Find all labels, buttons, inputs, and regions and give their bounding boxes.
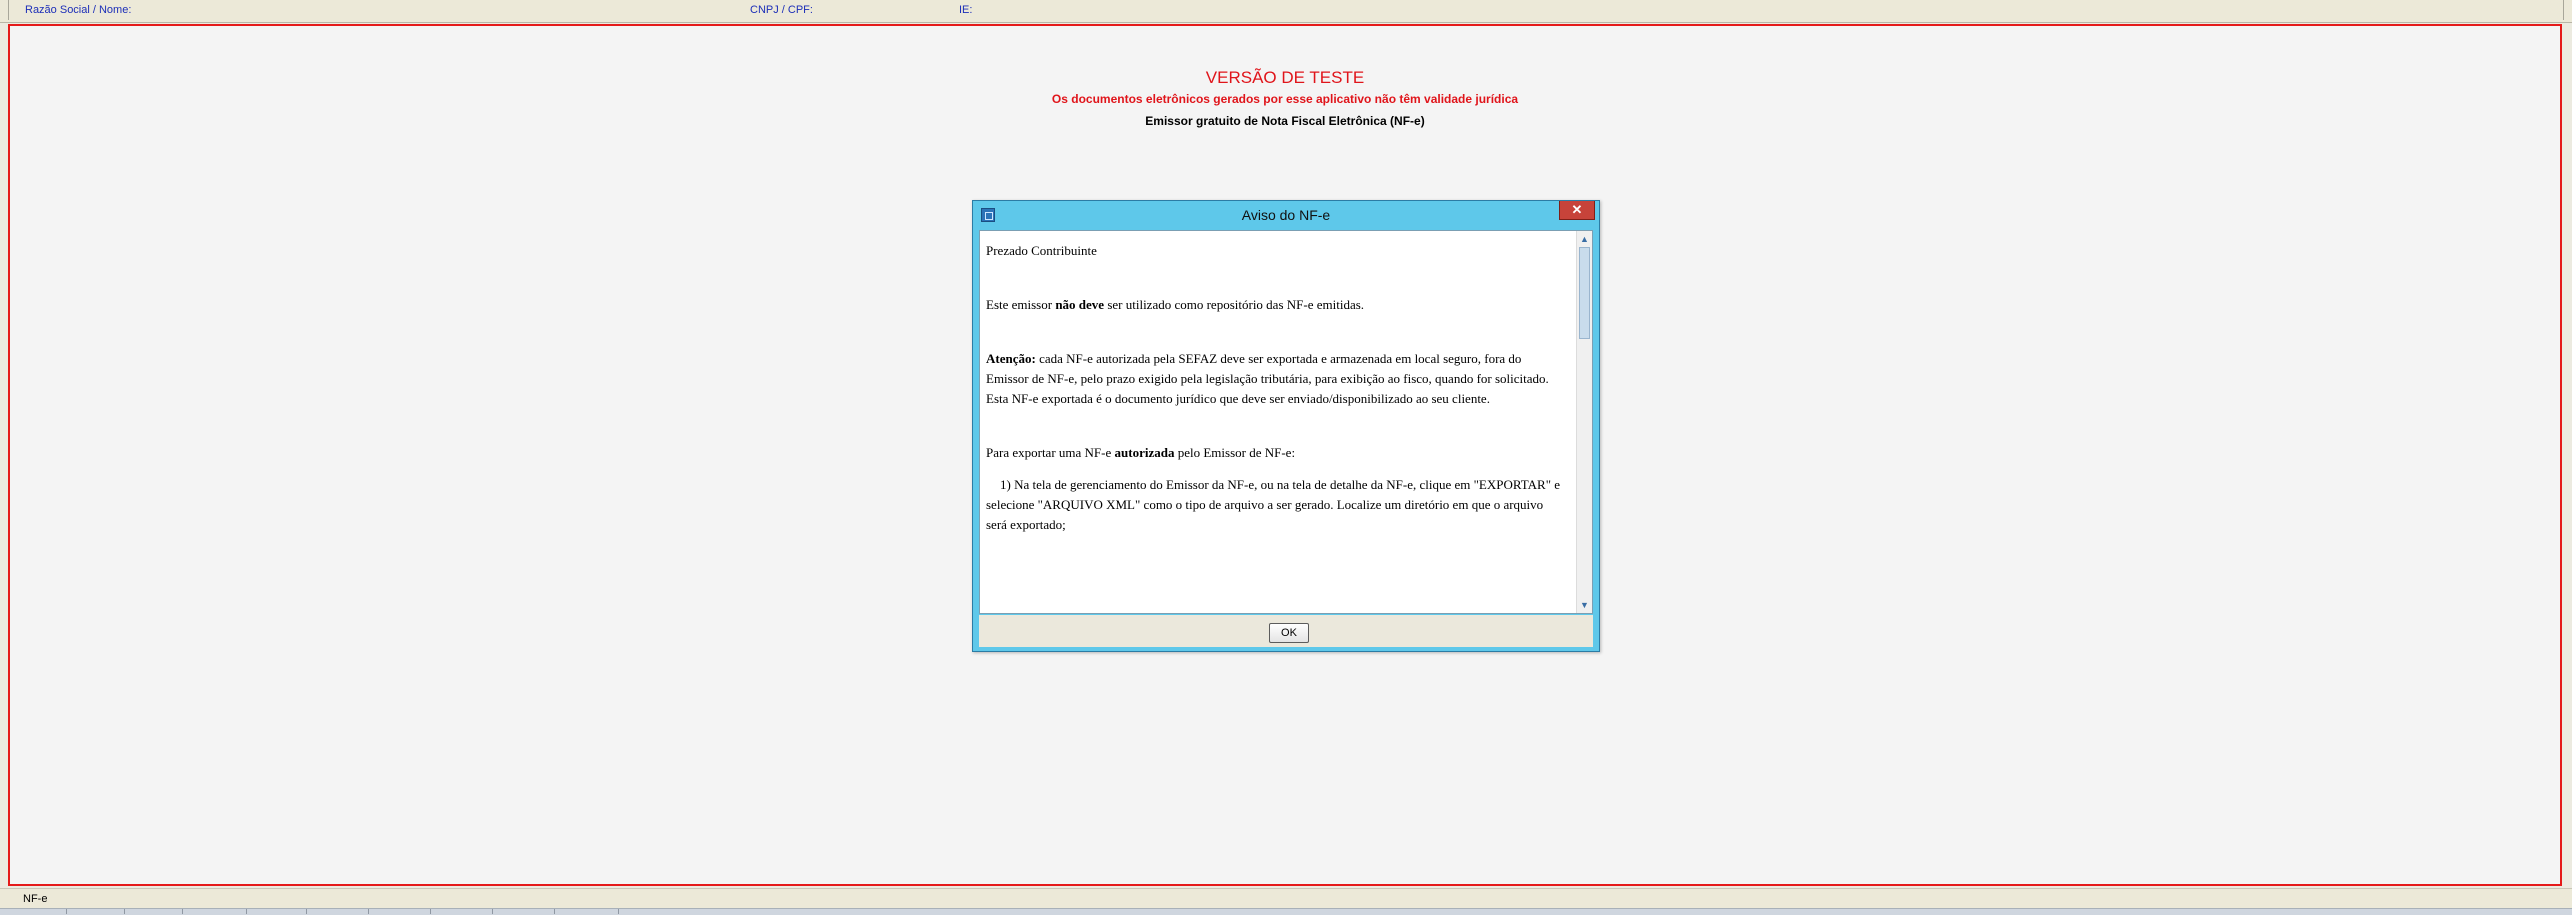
strip-segment [372, 909, 431, 914]
dialog-titlebar[interactable]: Aviso do NF-e ✕ [973, 201, 1599, 227]
strip-segment [248, 909, 307, 914]
dialog-footer: OK [979, 615, 1593, 647]
status-label: NF-e [23, 893, 48, 905]
strip-segment [434, 909, 493, 914]
legal-validity-warning: Os documentos eletrônicos gerados por es… [1051, 92, 1519, 106]
scroll-down-icon[interactable]: ▼ [1578, 598, 1591, 612]
repository-warning: Este emissor não deve ser utilizado como… [986, 295, 1566, 315]
strip-segment [124, 909, 183, 914]
greeting-text: Prezado Contribuinte [986, 243, 1097, 258]
vertical-scrollbar[interactable]: ▲ ▼ [1576, 231, 1592, 613]
scroll-up-icon[interactable]: ▲ [1578, 232, 1591, 246]
attention-label: Atenção: [986, 351, 1036, 366]
attention-text: cada NF-e autorizada pela SEFAZ deve ser… [986, 351, 1549, 406]
export-step-1: 1) Na tela de gerenciamento do Emissor d… [986, 477, 1561, 532]
status-bar: NF-e [0, 888, 2572, 915]
attention-paragraph: Atenção: cada NF-e autorizada pela SEFAZ… [986, 349, 1566, 409]
p3-emphasis: autorizada [1114, 445, 1175, 460]
export-heading: Para exportar uma NF-e autorizada pelo E… [986, 443, 1566, 463]
dialog-message-text: Prezado Contribuinte Este emissor não de… [986, 241, 1566, 569]
strip-segment [188, 909, 247, 914]
dialog-message-area[interactable]: Prezado Contribuinte Este emissor não de… [979, 230, 1593, 614]
cnpj-cpf-label: CNPJ / CPF: [750, 4, 813, 16]
company-info-bar: Razão Social / Nome: CNPJ / CPF: IE: [0, 0, 2572, 23]
strip-segment [310, 909, 369, 914]
dialog-title: Aviso do NF-e [1241, 207, 1331, 223]
p1-text: Este emissor [986, 297, 1056, 312]
app-description: Emissor gratuito de Nota Fiscal Eletrôni… [1145, 114, 1425, 128]
test-version-title: VERSÃO DE TESTE [1205, 68, 1365, 87]
strip-segment [66, 909, 125, 914]
strip-segment [8, 909, 67, 914]
razao-social-label: Razão Social / Nome: [25, 4, 132, 16]
ie-label: IE: [959, 4, 973, 16]
ok-button[interactable]: OK [1269, 623, 1309, 643]
p3-text: Para exportar uma NF-e [986, 445, 1115, 460]
p1-emphasis: não deve [1055, 297, 1105, 312]
p1-text-end: ser utilizado como repositório das NF-e … [1104, 297, 1365, 312]
strip-segment [496, 909, 555, 914]
close-button[interactable]: ✕ [1559, 201, 1595, 220]
strip-segment [560, 909, 619, 914]
p3-text-end: pelo Emissor de NF-e: [1174, 445, 1296, 460]
notice-dialog: Aviso do NF-e ✕ Prezado Contribuinte Est… [972, 200, 1600, 652]
scroll-thumb[interactable] [1579, 247, 1590, 339]
